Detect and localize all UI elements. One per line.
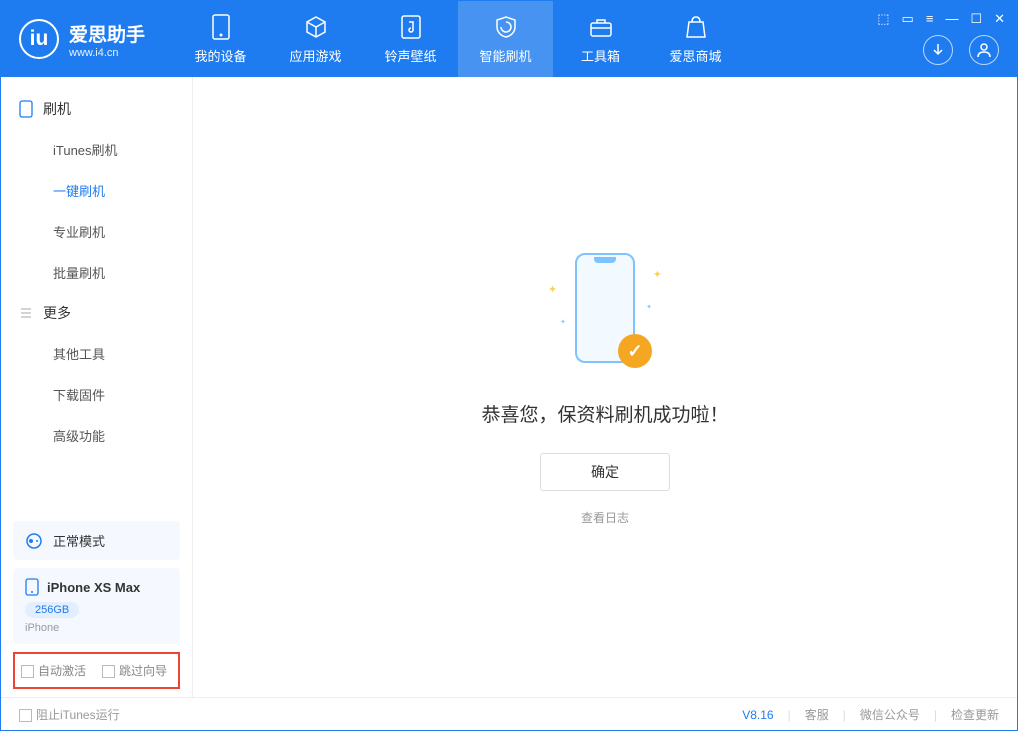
tab-ringtones-wallpapers[interactable]: 铃声壁纸 <box>363 1 458 77</box>
sidebar-group-more: 更多 <box>1 293 192 333</box>
tab-my-device[interactable]: 我的设备 <box>173 1 268 77</box>
device-icon <box>25 578 39 596</box>
sidebar-item-batch-flash[interactable]: 批量刷机 <box>1 252 192 293</box>
tab-apps-games[interactable]: 应用游戏 <box>268 1 363 77</box>
cube-icon <box>303 14 329 40</box>
header: iu 爱思助手 www.i4.cn 我的设备 应用游戏 铃声壁纸 智能刷机 工具… <box>1 1 1017 77</box>
confirm-button[interactable]: 确定 <box>540 453 670 491</box>
logo-icon: iu <box>19 19 59 59</box>
sidebar-item-download-firmware[interactable]: 下载固件 <box>1 374 192 415</box>
tab-smart-flash[interactable]: 智能刷机 <box>458 1 553 77</box>
close-icon[interactable]: ✕ <box>994 11 1005 27</box>
phone-icon <box>19 100 33 118</box>
mode-box[interactable]: 正常模式 <box>13 521 180 560</box>
check-badge-icon: ✓ <box>618 334 652 368</box>
sidebar-item-advanced[interactable]: 高级功能 <box>1 415 192 456</box>
shirt-icon[interactable]: ⬚ <box>877 11 889 27</box>
checkbox-auto-activate[interactable]: 自动激活 <box>21 662 86 679</box>
checkbox-skip-wizard[interactable]: 跳过向导 <box>102 662 167 679</box>
bag-icon <box>683 14 709 40</box>
main-tabs: 我的设备 应用游戏 铃声壁纸 智能刷机 工具箱 爱思商城 <box>173 1 743 77</box>
window-controls: ⬚ ▭ ≡ — ☐ ✕ <box>877 11 1005 27</box>
device-type: iPhone <box>25 622 168 634</box>
version-label: V8.16 <box>742 708 773 722</box>
shield-icon <box>493 14 519 40</box>
sidebar-group-flash: 刷机 <box>1 89 192 129</box>
user-button[interactable] <box>969 35 999 65</box>
app-subtitle: www.i4.cn <box>69 47 145 59</box>
checkbox-block-itunes[interactable]: 阻止iTunes运行 <box>19 706 120 723</box>
customer-service-link[interactable]: 客服 <box>805 706 829 723</box>
sidebar-item-itunes-flash[interactable]: iTunes刷机 <box>1 129 192 170</box>
wechat-link[interactable]: 微信公众号 <box>860 706 920 723</box>
maximize-icon[interactable]: ☐ <box>970 11 982 27</box>
sidebar: 刷机 iTunes刷机 一键刷机 专业刷机 批量刷机 更多 其他工具 下载固件 … <box>1 77 193 697</box>
sidebar-item-pro-flash[interactable]: 专业刷机 <box>1 211 192 252</box>
app-title: 爱思助手 <box>69 20 145 47</box>
tab-toolbox[interactable]: 工具箱 <box>553 1 648 77</box>
logo-area: iu 爱思助手 www.i4.cn <box>1 19 163 59</box>
device-capacity: 256GB <box>25 602 79 618</box>
success-illustration: ✦ ✦ ✦ ✦ ✓ <box>540 248 670 378</box>
success-message: 恭喜您，保资料刷机成功啦！ <box>481 400 728 427</box>
sidebar-item-oneclick-flash[interactable]: 一键刷机 <box>1 170 192 211</box>
mode-icon <box>25 532 43 550</box>
device-name: iPhone XS Max <box>47 580 140 595</box>
check-update-link[interactable]: 检查更新 <box>951 706 999 723</box>
view-log-link[interactable]: 查看日志 <box>581 509 629 526</box>
list-icon[interactable]: ▭ <box>902 11 914 27</box>
highlighted-checkbox-row: 自动激活 跳过向导 <box>13 652 180 689</box>
device-icon <box>208 14 234 40</box>
device-box[interactable]: iPhone XS Max 256GB iPhone <box>13 568 180 644</box>
main-content: ✦ ✦ ✦ ✦ ✓ 恭喜您，保资料刷机成功啦！ 确定 查看日志 <box>193 77 1017 697</box>
minimize-icon[interactable]: — <box>945 11 958 27</box>
footer: 阻止iTunes运行 V8.16 | 客服 | 微信公众号 | 检查更新 <box>1 697 1017 731</box>
list-icon <box>19 306 33 320</box>
menu-icon[interactable]: ≡ <box>926 11 934 27</box>
tab-store[interactable]: 爱思商城 <box>648 1 743 77</box>
download-button[interactable] <box>923 35 953 65</box>
sidebar-item-other-tools[interactable]: 其他工具 <box>1 333 192 374</box>
toolbox-icon <box>588 14 614 40</box>
music-icon <box>398 14 424 40</box>
